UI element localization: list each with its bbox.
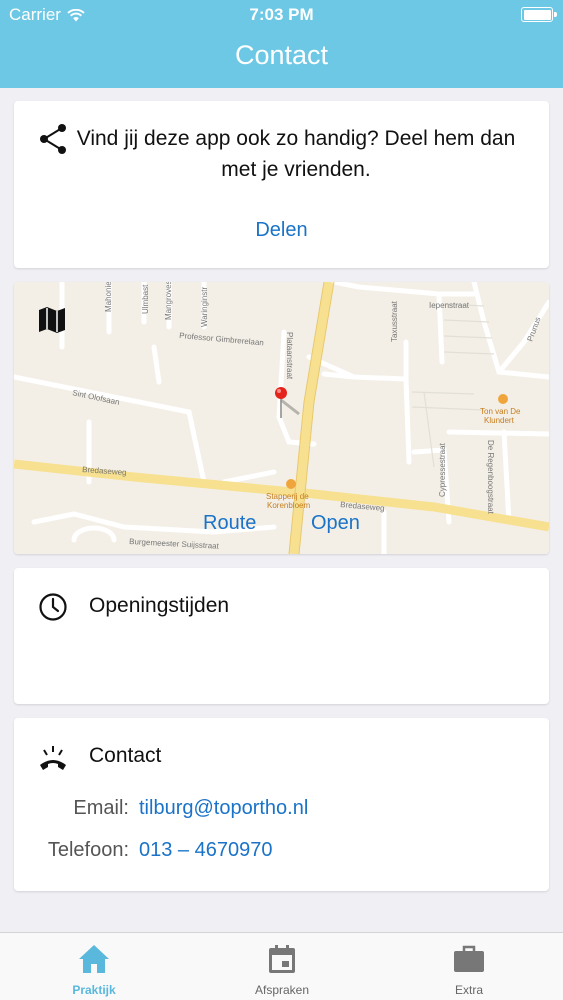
map-view[interactable]: Mahonies Ulmbast Mangroves Waringinstr P… bbox=[14, 282, 549, 554]
phone-label: Telefoon: bbox=[47, 839, 129, 861]
tab-label: Praktijk bbox=[72, 983, 116, 997]
map-street-label: De Regenboogstraat bbox=[486, 440, 495, 515]
map-street-label: Cypressestraat bbox=[438, 442, 447, 497]
map-poi-label: Stapperij de bbox=[266, 492, 309, 501]
email-label: Email: bbox=[73, 797, 129, 819]
map-icon bbox=[39, 307, 65, 333]
battery-icon bbox=[521, 7, 557, 22]
share-button[interactable]: Delen bbox=[14, 219, 549, 242]
phone-ringing-icon bbox=[40, 746, 66, 770]
map-street-label: Taxusstraat bbox=[390, 300, 399, 342]
map-street-label: Iepenstraat bbox=[429, 301, 470, 310]
poi-marker bbox=[286, 479, 296, 489]
tab-label: Afspraken bbox=[254, 983, 310, 997]
status-bar: Carrier 7:03 PM bbox=[0, 0, 563, 30]
poi-marker bbox=[498, 394, 508, 404]
tab-bar: Praktijk Afspraken Extra bbox=[0, 932, 563, 1000]
route-button[interactable]: Route bbox=[203, 512, 256, 535]
status-time: 7:03 PM bbox=[249, 5, 314, 24]
tab-label: Extra bbox=[454, 983, 483, 997]
map-poi-label: Korenbloem bbox=[267, 501, 310, 510]
map-card: Mahonies Ulmbast Mangroves Waringinstr P… bbox=[14, 282, 549, 554]
phone-link[interactable]: 013 – 4670970 bbox=[139, 839, 272, 862]
tab-extra[interactable]: Extra bbox=[375, 933, 563, 1000]
tab-afspraken[interactable]: Afspraken bbox=[188, 933, 376, 1000]
map-poi-label: Klundert bbox=[484, 416, 515, 425]
map-street-label: Waringinstr bbox=[200, 287, 209, 327]
home-icon bbox=[79, 945, 109, 973]
map-street-label: Mangroves bbox=[164, 282, 173, 320]
contact-title: Contact bbox=[89, 744, 162, 767]
clock-icon bbox=[39, 593, 67, 621]
contact-card: Contact Email: tilburg@toportho.nl Telef… bbox=[14, 718, 549, 891]
map-poi-label: Ton van De bbox=[480, 407, 521, 416]
share-message: Vind jij deze app ook zo handig? Deel he… bbox=[76, 127, 516, 181]
share-card: Vind jij deze app ook zo handig? Deel he… bbox=[14, 101, 549, 268]
email-link[interactable]: tilburg@toportho.nl bbox=[139, 797, 308, 820]
briefcase-icon bbox=[454, 945, 484, 972]
opening-hours-title: Openingstijden bbox=[89, 594, 230, 617]
open-map-button[interactable]: Open bbox=[311, 512, 360, 535]
map-street-label: Mahonies bbox=[104, 282, 113, 312]
map-street-label: Ulmbast bbox=[141, 284, 150, 314]
tab-praktijk[interactable]: Praktijk bbox=[0, 933, 188, 1000]
navigation-bar: Carrier 7:03 PM Contact bbox=[0, 0, 563, 88]
calendar-icon bbox=[269, 945, 295, 973]
opening-hours-card: Openingstijden bbox=[14, 568, 549, 704]
share-icon bbox=[40, 124, 66, 154]
map-street-label: Plataanstraat bbox=[285, 332, 294, 380]
page-title: Contact bbox=[234, 40, 329, 70]
